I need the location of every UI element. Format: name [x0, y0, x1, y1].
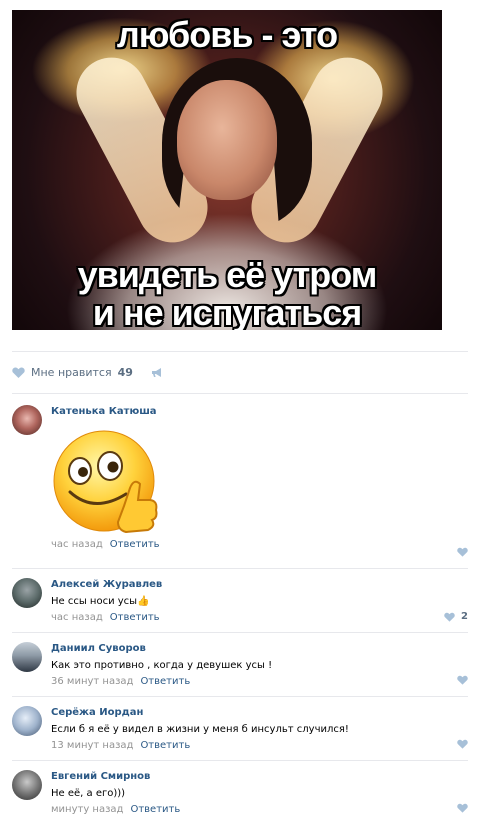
comment-author[interactable]: Серёжа Иордан — [51, 706, 468, 719]
comment-body: Алексей Журавлев Не ссы носи усы👍 час на… — [51, 578, 468, 624]
face-shape — [177, 80, 277, 200]
comment-time[interactable]: 13 минут назад — [51, 740, 133, 751]
comment-like-button[interactable] — [457, 739, 468, 749]
comment-body: Катенька Катюша час назад Ответить — [51, 405, 468, 551]
comment-time[interactable]: 36 минут назад — [51, 676, 133, 687]
comment-meta: час назад Ответить — [51, 538, 468, 551]
comment-meta: 36 минут назад Ответить — [51, 675, 468, 688]
comment-text: Не её, а его))) — [51, 788, 126, 799]
comment-time[interactable]: час назад — [51, 612, 103, 623]
comment-item: Даниил Суворов Как это противно , когда … — [12, 642, 468, 688]
reply-link[interactable]: Ответить — [130, 804, 180, 815]
comment-like-button[interactable]: 2 — [444, 611, 468, 622]
comment-time[interactable]: минуту назад — [51, 804, 123, 815]
comment-body: Даниил Суворов Как это противно , когда … — [51, 642, 468, 688]
like-label[interactable]: Мне нравится — [31, 366, 112, 379]
comment-text-content: Не ссы носи усы — [51, 596, 138, 607]
comment-meta: минуту назад Ответить — [51, 803, 468, 816]
comment-text: Как это противно , когда у девушек усы ! — [51, 660, 273, 671]
heart-icon — [12, 367, 25, 378]
reply-link[interactable]: Ответить — [140, 676, 190, 687]
divider — [12, 760, 468, 761]
comment-body: Евгений Смирнов Не её, а его))) минуту н… — [51, 770, 468, 816]
comment-text: Не ссы носи усы👍 — [51, 595, 468, 609]
heart-icon — [457, 803, 468, 813]
like-button[interactable] — [12, 367, 25, 378]
comment-author[interactable]: Катенька Катюша — [51, 405, 468, 418]
comment-body: Серёжа Иордан Если б я её у видел в жизн… — [51, 706, 468, 752]
avatar[interactable] — [12, 578, 42, 608]
comment-author[interactable]: Алексей Журавлев — [51, 578, 468, 591]
heart-icon — [444, 612, 455, 622]
share-button[interactable] — [151, 363, 163, 382]
avatar[interactable] — [12, 770, 42, 800]
comment-like-button[interactable] — [457, 803, 468, 813]
divider — [12, 351, 468, 352]
comment-meta: 13 минут назад Ответить — [51, 739, 468, 752]
reply-link[interactable]: Ответить — [140, 740, 190, 751]
divider — [12, 632, 468, 633]
comment-item: Евгений Смирнов Не её, а его))) минуту н… — [12, 770, 468, 816]
thumbs-up-smiley-sticker — [52, 426, 162, 536]
comment-item: Серёжа Иордан Если б я её у видел в жизн… — [12, 706, 468, 752]
comment-time[interactable]: час назад — [51, 539, 103, 550]
comment-text: Если б я её у видел в жизни у меня б инс… — [51, 724, 349, 735]
comment-like-count: 2 — [461, 611, 468, 622]
heart-icon — [457, 675, 468, 685]
comment-item: Алексей Журавлев Не ссы носи усы👍 час на… — [12, 578, 468, 624]
comment-author[interactable]: Евгений Смирнов — [51, 770, 468, 783]
thumbs-up-emoji: 👍 — [137, 596, 150, 607]
avatar[interactable] — [12, 642, 42, 672]
avatar[interactable] — [12, 405, 42, 435]
meme-bottom-caption-line2: и не испугаться — [92, 292, 363, 330]
megaphone-icon — [151, 367, 161, 377]
comment-meta: час назад Ответить — [51, 611, 468, 624]
divider — [12, 568, 468, 569]
post-actions-bar: Мне нравится 49 — [12, 362, 163, 382]
heart-icon — [457, 739, 468, 749]
divider — [12, 393, 468, 394]
avatar[interactable] — [12, 706, 42, 736]
meme-top-caption: любовь - это — [116, 14, 338, 55]
comment-like-button[interactable] — [457, 675, 468, 685]
comment-author[interactable]: Даниил Суворов — [51, 642, 468, 655]
divider — [12, 696, 468, 697]
reply-link[interactable]: Ответить — [110, 612, 160, 623]
like-count[interactable]: 49 — [118, 366, 133, 379]
reply-link[interactable]: Ответить — [110, 539, 160, 550]
heart-icon — [457, 547, 468, 557]
comment-item: Катенька Катюша час назад Ответить — [12, 405, 468, 560]
post-image[interactable]: любовь - это увидеть её утром и не испуг… — [12, 10, 442, 330]
comment-like-button[interactable] — [457, 547, 468, 557]
meme-bottom-caption-line1: увидеть её утром — [77, 254, 378, 295]
